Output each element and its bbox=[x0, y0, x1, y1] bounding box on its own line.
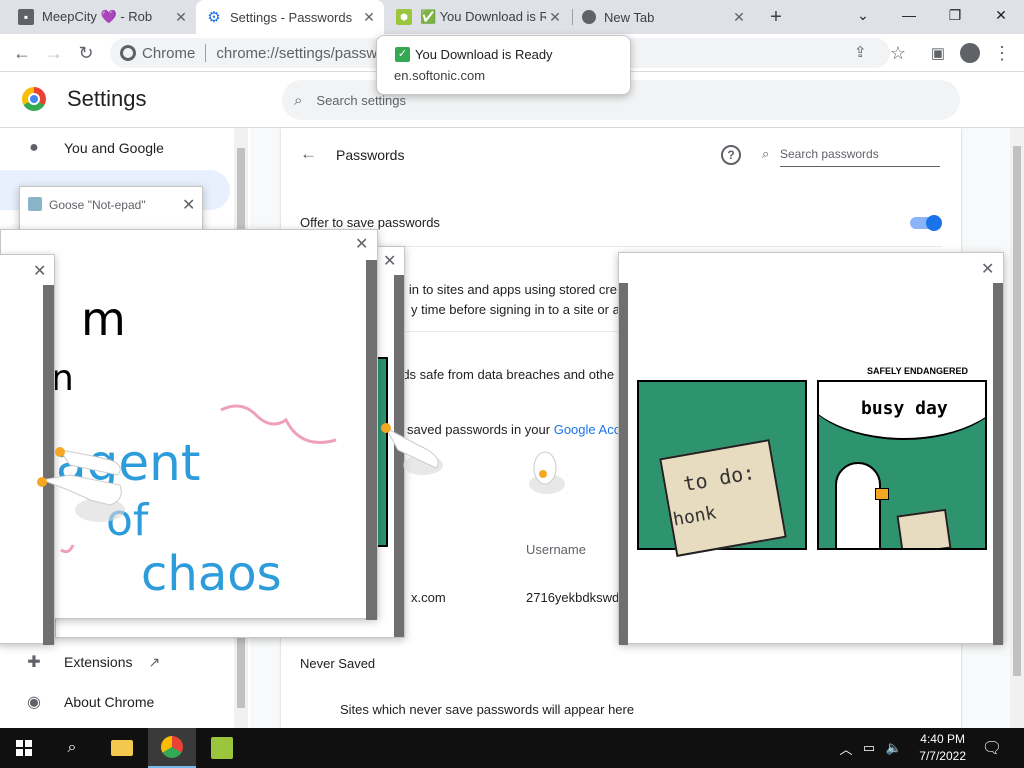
back-button[interactable]: ← bbox=[8, 39, 36, 67]
back-arrow-icon[interactable]: ← bbox=[300, 144, 317, 164]
goose-notepad-window[interactable]: Goose "Not-epad" ✕ bbox=[19, 186, 203, 234]
puzzle-icon: ▪ bbox=[18, 9, 34, 25]
goose-icon bbox=[381, 423, 443, 475]
checkmark-icon: ✓ bbox=[395, 47, 410, 62]
goose-icon bbox=[529, 451, 565, 494]
forward-button[interactable]: → bbox=[40, 39, 68, 67]
chrome-logo-icon bbox=[22, 87, 46, 111]
reload-button[interactable]: ↻ bbox=[72, 39, 100, 67]
close-window-button[interactable]: ✕ bbox=[978, 0, 1024, 30]
sidebar-item-extensions[interactable]: ✚ Extensions ↗ bbox=[0, 642, 230, 682]
tab-download[interactable]: ⬢ ✅ You Download is Re ✕ bbox=[386, 0, 570, 34]
open-external-icon: ↗ bbox=[148, 653, 161, 670]
new-tab-button[interactable]: + bbox=[762, 3, 790, 31]
windows-start-icon[interactable] bbox=[0, 728, 48, 768]
close-tab-icon[interactable]: ✕ bbox=[360, 9, 378, 26]
offer-to-save-toggle[interactable] bbox=[910, 215, 942, 231]
tab-meepcity[interactable]: ▪ MeepCity 💜 - Rob ✕ bbox=[8, 0, 196, 34]
network-icon[interactable]: ▭ bbox=[858, 728, 880, 768]
sidebar-item-about-chrome[interactable]: ◉ About Chrome bbox=[0, 682, 230, 722]
puzzle-icon: ✚ bbox=[27, 654, 41, 671]
comic-tag: SAFELY ENDANGERED bbox=[867, 366, 969, 376]
help-icon[interactable]: ? bbox=[721, 145, 741, 165]
goose-comic-window[interactable]: ✕ SAFELY ENDANGERED to do: honk busy day bbox=[618, 252, 1004, 645]
bookmark-star-icon[interactable]: ☆ bbox=[884, 39, 912, 67]
tab-strip: ▪ MeepCity 💜 - Rob ✕ ⚙ Settings - Passwo… bbox=[0, 0, 1024, 34]
person-icon: ● bbox=[29, 139, 39, 156]
chrome-icon bbox=[582, 10, 596, 24]
windows-taskbar: ⌕ ︿ ▭ 🔈 4:40 PM 7/7/2022 🗨 bbox=[0, 728, 1024, 768]
main-scrollbar[interactable] bbox=[1010, 128, 1024, 728]
chrome-icon bbox=[120, 45, 136, 61]
side-panel-icon[interactable]: ▣ bbox=[924, 39, 952, 67]
restore-button[interactable]: ❐ bbox=[932, 0, 978, 30]
tab-new-tab[interactable]: New Tab ✕ bbox=[572, 0, 754, 34]
download-notification[interactable]: ✓ You Download is Ready en.softonic.com bbox=[376, 35, 631, 95]
page-title: Settings bbox=[67, 86, 147, 111]
password-row-username: 2716yekbdkswd bbox=[526, 590, 620, 605]
comic-panel-2: busy day bbox=[817, 380, 987, 550]
close-icon[interactable]: ✕ bbox=[33, 261, 46, 281]
drawn-text-chaos: chaos bbox=[141, 546, 282, 602]
close-tab-icon[interactable]: ✕ bbox=[730, 9, 748, 26]
sidebar-item-you-and-google[interactable]: ● You and Google bbox=[0, 128, 230, 168]
drawing-canvas: m n agent of chaos bbox=[1, 292, 337, 602]
taskbar-clock[interactable]: 4:40 PM 7/7/2022 bbox=[919, 731, 966, 765]
goose-drawing-window[interactable]: ✕ m n agent of chaos bbox=[0, 229, 378, 620]
never-saved-heading: Never Saved bbox=[300, 656, 376, 671]
chrome-taskbar-icon[interactable] bbox=[148, 728, 196, 768]
goose-icon bbox=[37, 447, 125, 522]
tab-search-button[interactable]: ⌄ bbox=[840, 0, 886, 30]
download-domain: en.softonic.com bbox=[394, 68, 486, 83]
offer-to-save-label: Offer to save passwords bbox=[300, 215, 440, 230]
auto-signin-text: n in to sites and apps using stored cre bbox=[398, 282, 617, 297]
softonic-icon: ⬢ bbox=[396, 9, 412, 25]
volume-icon[interactable]: 🔈 bbox=[882, 728, 906, 768]
menu-kebab-icon[interactable]: ⋮ bbox=[988, 39, 1016, 67]
minimize-button[interactable]: — bbox=[886, 0, 932, 30]
file-explorer-icon[interactable] bbox=[98, 728, 146, 768]
close-tab-icon[interactable]: ✕ bbox=[546, 9, 564, 26]
search-icon: ⌕ bbox=[294, 91, 303, 109]
share-icon[interactable]: ⇪ bbox=[854, 43, 867, 61]
tab-settings-passwords[interactable]: ⚙ Settings - Passwords ✕ bbox=[196, 0, 384, 34]
breach-text: rds safe from data breaches and othe bbox=[398, 367, 615, 382]
close-icon[interactable]: ✕ bbox=[182, 195, 195, 215]
search-passwords-input[interactable]: Search passwords bbox=[780, 147, 940, 167]
softonic-taskbar-icon[interactable] bbox=[198, 728, 246, 768]
chrome-icon: ◉ bbox=[27, 694, 41, 711]
profile-avatar[interactable] bbox=[956, 39, 984, 67]
notepad-title: Goose "Not-epad" bbox=[49, 198, 146, 212]
password-row-site: x.com bbox=[411, 590, 446, 605]
close-tab-icon[interactable]: ✕ bbox=[172, 9, 190, 26]
close-icon[interactable]: ✕ bbox=[383, 251, 396, 271]
username-column-header: Username bbox=[526, 542, 586, 557]
never-saved-text: Sites which never save passwords will ap… bbox=[340, 702, 635, 717]
search-icon: ⌕ bbox=[762, 146, 770, 161]
passwords-heading: Passwords bbox=[336, 147, 405, 163]
notepad-icon bbox=[28, 197, 42, 211]
google-account-link[interactable]: Google Acc bbox=[554, 422, 621, 437]
comic-panel-1: to do: honk bbox=[637, 380, 807, 557]
download-title: You Download is Ready bbox=[415, 47, 553, 62]
search-icon[interactable]: ⌕ bbox=[48, 728, 96, 768]
gear-icon: ⚙ bbox=[207, 9, 221, 26]
auto-signin-text-2: y time before signing in to a site or ap bbox=[411, 302, 628, 317]
drawn-text-m: m bbox=[81, 292, 126, 346]
chevron-up-icon[interactable]: ︿ bbox=[836, 728, 856, 768]
close-icon[interactable]: ✕ bbox=[981, 259, 994, 279]
notification-icon[interactable]: 🗨 bbox=[972, 728, 1012, 768]
